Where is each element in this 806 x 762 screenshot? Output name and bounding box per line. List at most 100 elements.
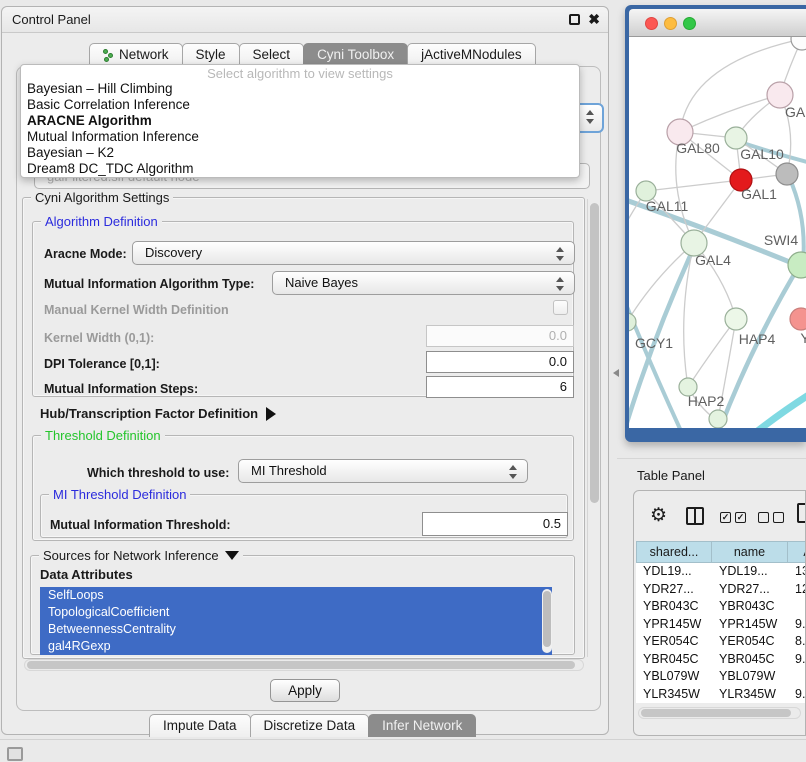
algorithm-option[interactable]: Mutual Information Inference [21,129,579,145]
table-cell[interactable]: 8. [788,633,806,651]
dock-panel-icon[interactable] [7,747,23,761]
tab-network[interactable]: Network [89,43,183,66]
scrollbar-thumb[interactable] [590,203,599,503]
mi-threshold-field[interactable]: 0.5 [422,512,568,536]
table-cell[interactable]: YDL19... [712,563,788,581]
float-window-icon[interactable] [569,14,580,25]
table-row[interactable]: YBR043CYBR043C [636,598,806,616]
table-column-header[interactable]: name [712,541,788,563]
table-cell[interactable]: YBL079W [712,668,788,686]
algorithm-option[interactable]: Basic Correlation Inference [21,97,579,113]
close-traffic-light[interactable] [645,17,658,30]
network-node[interactable] [790,308,806,330]
table-cell[interactable] [788,598,806,616]
scrollbar-thumb[interactable] [543,591,551,647]
table-row[interactable]: YLR345WYLR345W9. [636,686,806,704]
table-cell[interactable]: YPR145W [636,616,712,634]
table-column-header[interactable]: shared... [636,541,712,563]
splitter-collapse-icon[interactable] [613,369,619,377]
data-attribute-item[interactable]: gal4RGexp [40,638,552,655]
table-cell[interactable]: YLR345W [636,686,712,704]
scrollbar-thumb[interactable] [641,709,791,717]
network-node[interactable] [791,37,806,50]
table-row[interactable]: YER054CYER054C8. [636,633,806,651]
network-node[interactable] [709,410,727,428]
table-cell[interactable]: YBL079W [636,668,712,686]
table-cell[interactable]: YER054C [636,633,712,651]
scrollbar-thumb[interactable] [27,661,575,669]
table-cell[interactable] [788,668,806,686]
apply-button[interactable]: Apply [270,679,340,702]
network-edge [629,287,681,428]
table-cell[interactable]: YDL19... [636,563,712,581]
settings-vertical-scrollbar[interactable] [587,199,600,657]
network-canvas[interactable]: GALGAL80GAL10GAL1GAL11SWI4GAL4GCY1HAP4YH… [629,37,806,428]
tab-discretize-data[interactable]: Discretize Data [250,714,370,737]
sources-toggle[interactable]: Sources for Network Inference [39,548,243,563]
data-attribute-item[interactable]: TopologicalCoefficient [40,604,552,621]
mi-steps-field[interactable]: 6 [426,376,574,398]
attributes-scrollbar[interactable] [542,589,552,653]
table-cell[interactable]: YBR043C [636,598,712,616]
export-table-icon[interactable] [797,503,806,523]
table-cell[interactable]: YBR045C [712,651,788,669]
close-icon[interactable]: ✖ [588,11,600,28]
zoom-traffic-light[interactable] [683,17,696,30]
which-threshold-combo[interactable]: MI Threshold [238,459,528,483]
network-node[interactable] [776,163,798,185]
table-row[interactable]: YBR045CYBR045C9. [636,651,806,669]
table-row[interactable]: YPR145WYPR145W9. [636,616,806,634]
table-cell[interactable]: 9. [788,651,806,669]
table-cell[interactable]: YER054C [712,633,788,651]
table-cell[interactable]: 9. [788,686,806,704]
tab-select[interactable]: Select [239,43,305,66]
data-attribute-item[interactable]: BetweennessCentrality [40,621,552,638]
table-cell[interactable]: YLR345W [712,686,788,704]
network-graph: GALGAL80GAL10GAL1GAL11SWI4GAL4GCY1HAP4YH… [629,37,806,428]
table-row[interactable]: YDR27...YDR27...12 [636,581,806,599]
popup-placeholder: Select algorithm to view settings [21,66,579,81]
aracne-mode-combo[interactable]: Discovery [132,241,575,265]
settings-horizontal-scrollbar[interactable] [24,659,584,671]
kernel-width-field[interactable]: 0.0 [426,325,574,347]
algorithm-option[interactable]: Bayesian – K2 [21,145,579,161]
table-cell[interactable]: 12 [788,581,806,599]
dpi-tolerance-field[interactable]: 0.0 [426,351,574,373]
select-all-icon[interactable]: ✓✓ [720,512,746,523]
dpi-tolerance-label: DPI Tolerance [0,1]: [44,357,160,371]
minimize-traffic-light[interactable] [664,17,677,30]
algorithm-option[interactable]: Dream8 DC_TDC Algorithm [21,161,579,177]
algorithm-option[interactable]: Bayesian – Hill Climbing [21,81,579,97]
table-cell[interactable]: YBR045C [636,651,712,669]
status-strip [0,739,806,762]
tab-jactivemnodules[interactable]: jActiveMNodules [407,43,536,66]
network-node[interactable] [725,308,747,330]
table-cell[interactable]: YPR145W [712,616,788,634]
combo-stepper-icon [509,464,517,480]
tab-cyni-toolbox[interactable]: Cyni Toolbox [303,43,408,66]
table-cell[interactable]: 9. [788,616,806,634]
hub-section-label: Hub/Transcription Factor Definition [40,406,258,421]
deselect-all-icon[interactable] [758,512,784,523]
manual-kernel-width-checkbox[interactable] [553,300,568,315]
table-cell[interactable]: YDR27... [712,581,788,599]
mi-algorithm-type-label: Mutual Information Algorithm Type: [44,277,254,291]
network-node[interactable] [788,252,806,278]
table-cell[interactable]: 13 [788,563,806,581]
mi-algorithm-type-combo[interactable]: Naive Bayes [272,271,575,295]
table-row[interactable]: YDL19...YDL19...13 [636,563,806,581]
split-columns-icon[interactable] [686,507,704,525]
table-cell[interactable]: YDR27... [636,581,712,599]
tab-style[interactable]: Style [182,43,240,66]
tab-infer-network[interactable]: Infer Network [368,714,476,737]
table-cell[interactable]: YBR043C [712,598,788,616]
table-body: YDL19...YDL19...13YDR27...YDR27...12YBR0… [636,563,806,703]
tab-impute-data[interactable]: Impute Data [149,714,251,737]
data-attribute-item[interactable]: SelfLoops [40,587,552,604]
algorithm-option[interactable]: ARACNE Algorithm [21,113,579,129]
hub-section-toggle[interactable]: Hub/Transcription Factor Definition [40,406,276,421]
table-column-header[interactable]: A [788,541,806,563]
settings-gear-icon[interactable]: ⚙ [650,504,667,527]
table-horizontal-scrollbar[interactable] [638,707,801,719]
table-row[interactable]: YBL079WYBL079W [636,668,806,686]
